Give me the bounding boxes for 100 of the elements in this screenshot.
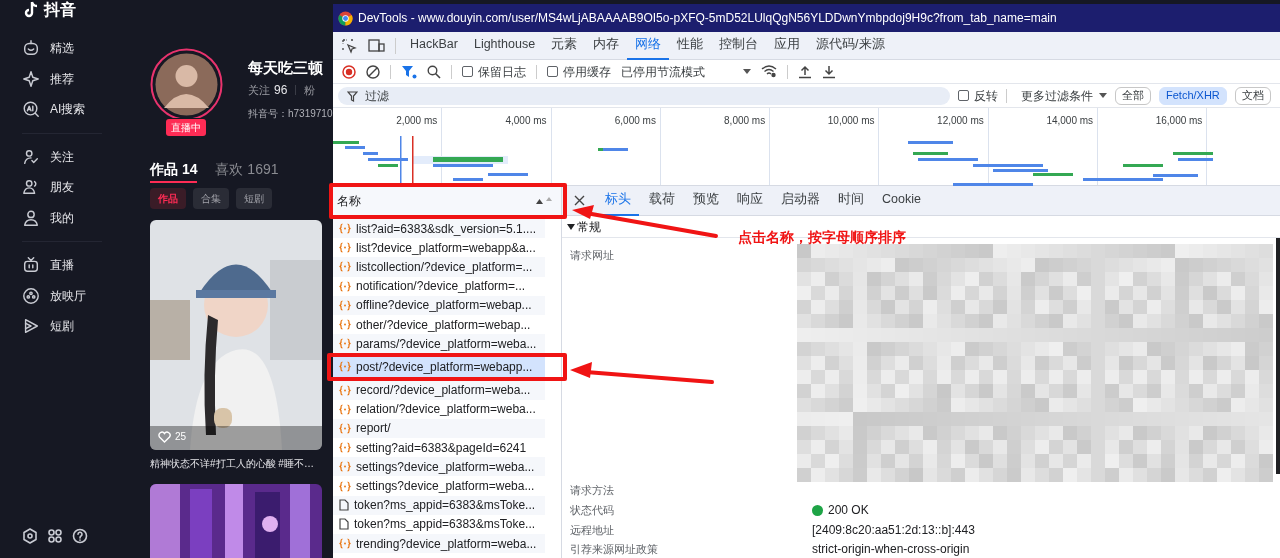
- close-icon[interactable]: [574, 195, 585, 206]
- field-label: 请求网址: [569, 247, 615, 263]
- live-badge: 直播中: [166, 119, 206, 136]
- like-count: 25: [175, 430, 187, 444]
- caret-icon: [743, 69, 751, 74]
- record-icon[interactable]: [342, 64, 356, 79]
- field-value: strict-origin-when-cross-origin: [812, 541, 970, 558]
- tv-icon: [22, 256, 40, 275]
- request-row[interactable]: record/?device_platform=weba...: [333, 380, 545, 400]
- checkbox-label: 停用缓存: [563, 63, 611, 81]
- curly-braces-icon: [339, 338, 351, 350]
- panel-tab[interactable]: HackBar: [402, 31, 466, 60]
- video-caption[interactable]: 精神状态不详#打工人的心酸 #睡不…: [150, 456, 333, 471]
- network-conditions-icon[interactable]: [761, 65, 777, 78]
- field-value: [2409:8c20:aa51:2d:13::b]:443: [812, 522, 975, 539]
- request-row[interactable]: post/?device_platform=webapp...: [333, 357, 545, 377]
- type-filter-button[interactable]: 全部: [1115, 86, 1151, 105]
- throttling-dropdown[interactable]: 已停用节流模式: [621, 62, 751, 81]
- field-label: 请求方法: [569, 482, 615, 498]
- detail-tab[interactable]: 预览: [685, 185, 727, 216]
- inspect-icon[interactable]: [341, 37, 357, 54]
- nav-item[interactable]: 直播: [50, 256, 74, 275]
- detail-tab[interactable]: 时间: [830, 185, 872, 216]
- curly-braces-icon: [339, 223, 351, 235]
- request-row[interactable]: settings?device_platform=weba...: [333, 457, 545, 477]
- filter-chip[interactable]: 短剧: [236, 188, 272, 209]
- filter-icon[interactable]: [401, 64, 417, 79]
- detail-tab[interactable]: 响应: [729, 185, 771, 216]
- nav-item[interactable]: 推荐: [50, 69, 74, 88]
- curly-braces-icon: [339, 242, 351, 254]
- request-row[interactable]: trending?device_platform=weba...: [333, 534, 545, 554]
- checkbox[interactable]: [547, 66, 558, 77]
- checkbox[interactable]: [462, 66, 473, 77]
- film-reel-icon: [22, 286, 40, 305]
- document-icon: [339, 518, 349, 531]
- nav-item[interactable]: 精选: [50, 39, 74, 58]
- nav-item[interactable]: 朋友: [50, 178, 74, 197]
- grid-icon[interactable]: [47, 528, 63, 544]
- following-count: 96: [274, 82, 288, 99]
- detail-tab[interactable]: 标头: [597, 185, 639, 216]
- type-filter-button[interactable]: 文档: [1234, 86, 1271, 105]
- timeline-tick: 10,000 ms: [827, 114, 875, 125]
- curly-braces-icon: [339, 280, 351, 292]
- profile-tab[interactable]: 作品 14: [150, 159, 198, 183]
- request-row[interactable]: token?ms_appid=6383&msToke...: [333, 495, 545, 515]
- type-filter-button[interactable]: Fetch/XHR: [1159, 86, 1227, 105]
- filter-chip[interactable]: 作品: [150, 188, 186, 209]
- panel-tab[interactable]: 内存: [585, 31, 628, 60]
- timeline-tick: 4,000 ms: [505, 114, 547, 125]
- detail-tab[interactable]: Cookie: [874, 185, 929, 216]
- panel-tab[interactable]: 性能: [669, 31, 712, 60]
- panel-tab[interactable]: 源代码/来源: [808, 31, 893, 60]
- panel-tab[interactable]: 控制台: [711, 31, 767, 60]
- request-row[interactable]: listcollection/?device_platform=...: [333, 257, 545, 277]
- more-filters-dropdown[interactable]: 更多过滤条件: [1021, 86, 1107, 105]
- browser-logo-icon: [338, 10, 353, 26]
- request-row[interactable]: report/: [333, 418, 545, 439]
- curly-braces-icon: [339, 442, 351, 454]
- curly-braces-icon: [339, 461, 351, 473]
- panel-tab[interactable]: 应用: [766, 31, 809, 60]
- caret-icon: [1099, 93, 1107, 98]
- clear-icon[interactable]: [366, 64, 380, 79]
- document-icon: [339, 499, 349, 512]
- detail-tab[interactable]: 启动器: [773, 185, 828, 216]
- profile-tab[interactable]: 喜欢 1691: [215, 159, 279, 183]
- timeline-tick: 8,000 ms: [724, 114, 766, 125]
- app-logo: 抖音: [44, 0, 76, 20]
- filter-field[interactable]: 过滤: [338, 86, 950, 105]
- field-label: 状态代码: [569, 502, 615, 518]
- nav-item[interactable]: AI搜索: [50, 100, 86, 119]
- timeline-tick: 6,000 ms: [614, 114, 656, 125]
- ai-search-icon: [22, 100, 40, 119]
- name-column-header[interactable]: 名称: [333, 186, 561, 216]
- avatar[interactable]: [150, 48, 223, 118]
- smile-icon: [22, 39, 40, 58]
- nav-item[interactable]: 放映厅: [50, 286, 86, 305]
- request-row[interactable]: list?aid=6383&sdk_version=5.1....: [333, 219, 545, 239]
- panel-tab[interactable]: Lighthouse: [465, 31, 544, 60]
- request-row[interactable]: params/?device_platform=weba...: [333, 334, 545, 354]
- heart-icon[interactable]: [158, 430, 171, 443]
- device-toolbar-icon[interactable]: [368, 38, 385, 53]
- music-note-logo-icon: [22, 1, 40, 19]
- curly-braces-icon: [339, 384, 351, 396]
- upload-icon[interactable]: [798, 64, 812, 79]
- filter-chip[interactable]: 合集: [193, 188, 229, 209]
- nav-item[interactable]: 关注: [50, 147, 74, 166]
- timeline-tick: 14,000 ms: [1046, 114, 1094, 125]
- download-icon[interactable]: [822, 64, 836, 79]
- checkbox[interactable]: [958, 90, 969, 101]
- request-row[interactable]: offline?device_platform=webap...: [333, 295, 545, 315]
- detail-tab[interactable]: 载荷: [641, 185, 683, 216]
- field-label: 远程地址: [569, 522, 615, 538]
- following-label: 关注: [248, 82, 270, 98]
- search-icon[interactable]: [427, 64, 441, 79]
- nav-item[interactable]: 我的: [50, 208, 74, 227]
- play-icon: [22, 317, 40, 336]
- help-icon[interactable]: [72, 528, 88, 544]
- settings-icon[interactable]: [22, 528, 38, 544]
- panel-tab[interactable]: 元素: [543, 31, 586, 60]
- nav-item[interactable]: 短剧: [50, 317, 74, 336]
